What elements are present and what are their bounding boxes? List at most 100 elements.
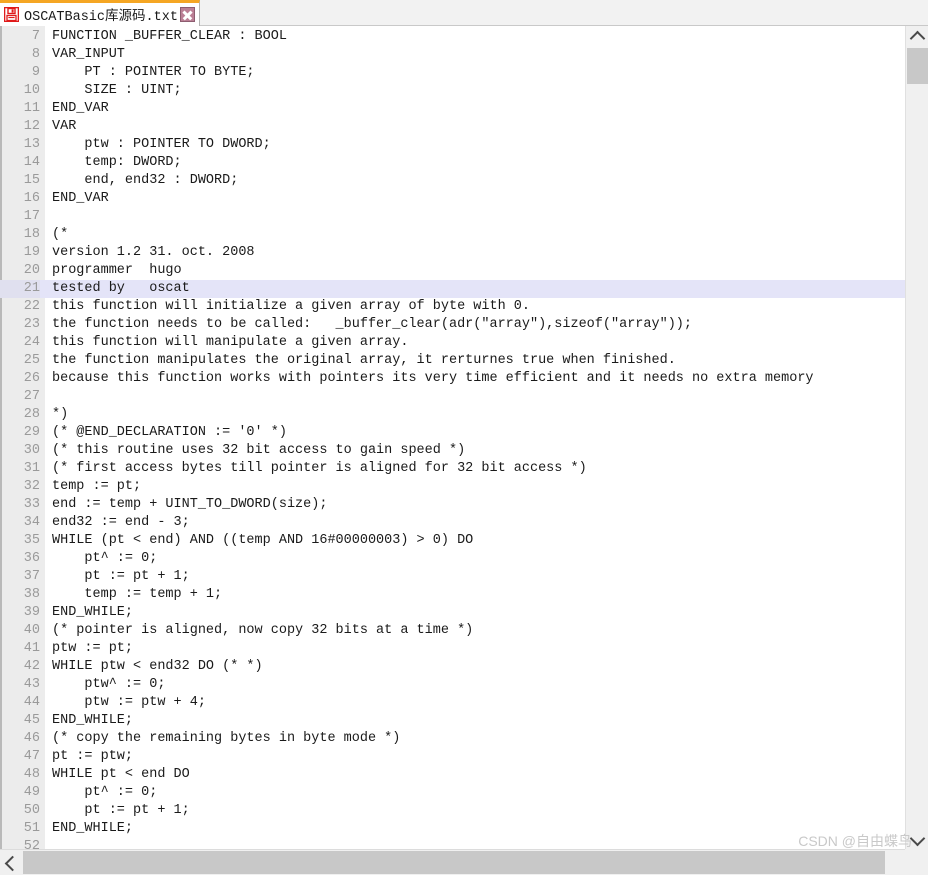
scroll-up-button[interactable] — [906, 26, 928, 47]
code-line[interactable]: 38 temp := temp + 1; — [0, 586, 928, 604]
code-line[interactable]: 17 — [0, 208, 928, 226]
code-line[interactable]: 44 ptw := ptw + 4; — [0, 694, 928, 712]
code-line[interactable]: 51 END_WHILE; — [0, 820, 928, 838]
code-line[interactable]: 28 *) — [0, 406, 928, 424]
code-line[interactable]: 8 VAR_INPUT — [0, 46, 928, 64]
line-text: END_VAR — [52, 191, 109, 206]
code-line[interactable]: 50 pt := pt + 1; — [0, 802, 928, 820]
code-line[interactable]: 15 end, end32 : DWORD; — [0, 172, 928, 190]
code-line[interactable]: 10 SIZE : UINT; — [0, 82, 928, 100]
code-line[interactable]: 18 (* — [0, 226, 928, 244]
line-text: *) — [52, 407, 69, 422]
scrollbar-corner — [905, 849, 928, 875]
line-number: 46 — [23, 731, 40, 746]
code-line[interactable]: 46 (* copy the remaining bytes in byte mo… — [0, 730, 928, 748]
code-line[interactable]: 21 tested by oscat — [0, 280, 928, 298]
code-line[interactable]: 39 END_WHILE; — [0, 604, 928, 622]
line-text: WHILE (pt < end) AND ((temp AND 16#00000… — [52, 533, 474, 548]
code-line[interactable]: 34 end32 := end - 3; — [0, 514, 928, 532]
code-line[interactable]: 30 (* this routine uses 32 bit access to … — [0, 442, 928, 460]
code-line[interactable]: 42 WHILE ptw < end32 DO (* *) — [0, 658, 928, 676]
line-text: the function needs to be called: _buffer… — [52, 317, 693, 332]
line-number: 11 — [23, 101, 40, 116]
line-text: pt := ptw; — [52, 749, 134, 764]
code-line[interactable]: 29 (* @END_DECLARATION := '0' *) — [0, 424, 928, 442]
code-line[interactable]: 7 FUNCTION _BUFFER_CLEAR : BOOL — [0, 28, 928, 46]
line-number: 38 — [23, 587, 40, 602]
line-text: END_WHILE; — [52, 713, 134, 728]
code-line[interactable]: 36 pt^ := 0; — [0, 550, 928, 568]
code-line[interactable]: 16 END_VAR — [0, 190, 928, 208]
code-line[interactable]: 19 version 1.2 31. oct. 2008 — [0, 244, 928, 262]
code-line[interactable]: 27 — [0, 388, 928, 406]
line-number: 52 — [23, 839, 40, 849]
line-text: pt^ := 0; — [52, 785, 158, 800]
code-line[interactable]: 45 END_WHILE; — [0, 712, 928, 730]
code-line[interactable]: 22 this function will initialize a given … — [0, 298, 928, 316]
horizontal-scrollbar-thumb[interactable] — [23, 851, 885, 874]
code-line[interactable]: 35 WHILE (pt < end) AND ((temp AND 16#000… — [0, 532, 928, 550]
code-line[interactable]: 52 — [0, 838, 928, 849]
code-line[interactable]: 31 (* first access bytes till pointer is … — [0, 460, 928, 478]
line-number: 24 — [23, 335, 40, 350]
line-text: end, end32 : DWORD; — [52, 173, 239, 188]
line-number: 14 — [23, 155, 40, 170]
line-number: 16 — [23, 191, 40, 206]
chevron-left-icon — [4, 855, 21, 872]
code-line[interactable]: 24 this function will manipulate a given … — [0, 334, 928, 352]
code-line[interactable]: 40 (* pointer is aligned, now copy 32 bit… — [0, 622, 928, 640]
code-line[interactable]: 49 pt^ := 0; — [0, 784, 928, 802]
scroll-left-button[interactable] — [0, 850, 22, 875]
code-editor[interactable]: 7 FUNCTION _BUFFER_CLEAR : BOOL 8 VAR_INPUT… — [0, 26, 928, 849]
line-number: 26 — [23, 371, 40, 386]
line-text: temp := temp + 1; — [52, 587, 223, 602]
line-text: ptw : POINTER TO DWORD; — [52, 137, 271, 152]
code-line[interactable]: 9 PT : POINTER TO BYTE; — [0, 64, 928, 82]
line-number: 25 — [23, 353, 40, 368]
line-number: 41 — [23, 641, 40, 656]
code-line[interactable]: 26 because this function works with point… — [0, 370, 928, 388]
line-text: end := temp + UINT_TO_DWORD(size); — [52, 497, 328, 512]
line-number: 19 — [23, 245, 40, 260]
horizontal-scrollbar[interactable] — [0, 849, 928, 875]
vertical-scrollbar[interactable] — [905, 26, 928, 849]
line-number: 29 — [23, 425, 40, 440]
code-line[interactable]: 23 the function needs to be called: _buff… — [0, 316, 928, 334]
code-line[interactable]: 20 programmer hugo — [0, 262, 928, 280]
code-line[interactable]: 41 ptw := pt; — [0, 640, 928, 658]
line-text: ptw := ptw + 4; — [52, 695, 206, 710]
code-line[interactable]: 25 the function manipulates the original … — [0, 352, 928, 370]
line-text: (* @END_DECLARATION := '0' *) — [52, 425, 287, 440]
code-line[interactable]: 14 temp: DWORD; — [0, 154, 928, 172]
code-line[interactable]: 13 ptw : POINTER TO DWORD; — [0, 136, 928, 154]
close-icon[interactable] — [179, 7, 195, 22]
code-line[interactable]: 12 VAR — [0, 118, 928, 136]
tab-bar: OSCATBasic库源码.txt — [0, 0, 928, 26]
code-line[interactable]: 11 END_VAR — [0, 100, 928, 118]
line-text: temp := pt; — [52, 479, 142, 494]
line-number: 34 — [23, 515, 40, 530]
scroll-down-button[interactable] — [906, 829, 928, 849]
line-number: 8 — [31, 47, 40, 62]
line-number: 22 — [23, 299, 40, 314]
code-line[interactable]: 48 WHILE pt < end DO — [0, 766, 928, 784]
line-text: pt := pt + 1; — [52, 803, 190, 818]
line-text: (* pointer is aligned, now copy 32 bits … — [52, 623, 474, 638]
line-number: 50 — [23, 803, 40, 818]
code-line[interactable]: 32 temp := pt; — [0, 478, 928, 496]
line-text: END_WHILE; — [52, 605, 134, 620]
line-text: this function will manipulate a given ar… — [52, 335, 409, 350]
line-text: ptw := pt; — [52, 641, 134, 656]
tab-oscatbasic-source[interactable]: OSCATBasic库源码.txt — [0, 0, 200, 26]
line-text: WHILE ptw < end32 DO (* *) — [52, 659, 263, 674]
line-text: END_WHILE; — [52, 821, 134, 836]
code-line[interactable]: 43 ptw^ := 0; — [0, 676, 928, 694]
line-text: pt := pt + 1; — [52, 569, 190, 584]
code-line[interactable]: 47 pt := ptw; — [0, 748, 928, 766]
line-text: WHILE pt < end DO — [52, 767, 190, 782]
code-line[interactable]: 33 end := temp + UINT_TO_DWORD(size); — [0, 496, 928, 514]
line-text: (* this routine uses 32 bit access to ga… — [52, 443, 466, 458]
line-text: END_VAR — [52, 101, 109, 116]
code-line[interactable]: 37 pt := pt + 1; — [0, 568, 928, 586]
vertical-scrollbar-thumb[interactable] — [907, 48, 928, 84]
